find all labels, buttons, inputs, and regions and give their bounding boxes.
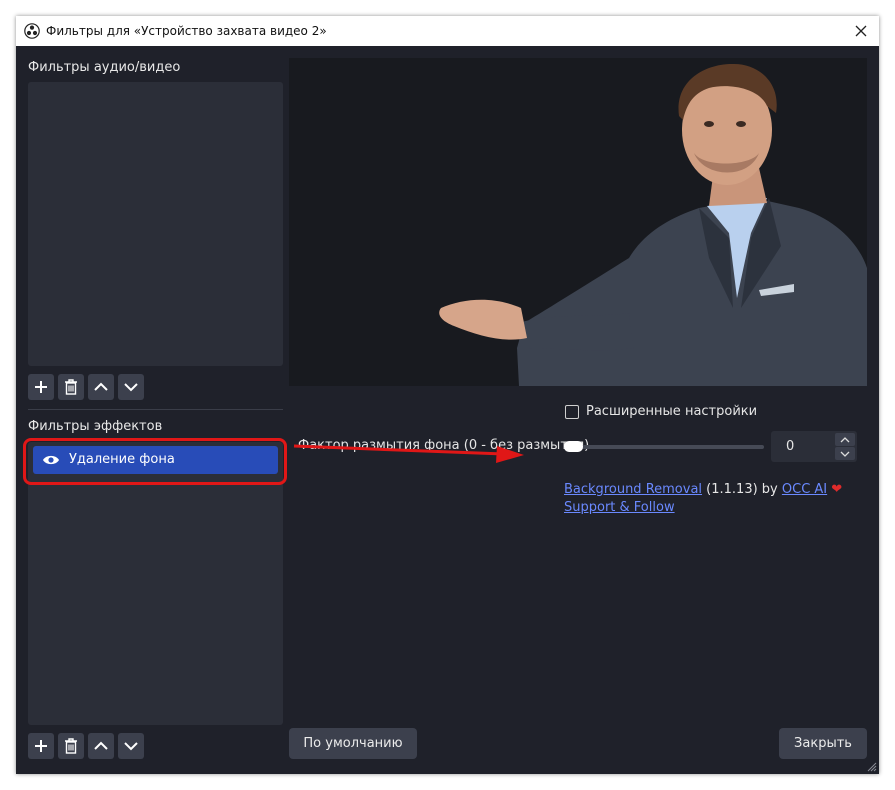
add-effect-button[interactable] xyxy=(28,733,54,759)
support-follow-link[interactable]: Support & Follow xyxy=(564,500,675,515)
filters-window: Фильтры для «Устройство захвата видео 2»… xyxy=(16,16,879,774)
audio-video-filters-label: Фильтры аудио/видео xyxy=(28,60,181,75)
blur-value[interactable]: 0 xyxy=(786,439,794,454)
trash-icon xyxy=(65,738,77,754)
chevron-up-icon xyxy=(94,741,108,750)
defaults-button[interactable]: По умолчанию xyxy=(289,728,417,759)
remove-effect-button[interactable] xyxy=(58,733,84,759)
spin-down-button[interactable] xyxy=(835,447,855,460)
advanced-settings-label[interactable]: Расширенные настройки xyxy=(586,404,757,419)
add-icon xyxy=(35,740,47,752)
move-down-button[interactable] xyxy=(118,374,144,400)
person-preview-image xyxy=(439,63,867,386)
plugin-info: Background Removal (1.1.13) by OCC AI ❤ … xyxy=(564,481,842,517)
audio-video-toolbar xyxy=(28,374,144,400)
move-effect-up-button[interactable] xyxy=(88,733,114,759)
plugin-version: (1.1.13) by xyxy=(706,482,778,497)
window-title: Фильтры для «Устройство захвата видео 2» xyxy=(46,24,327,38)
effect-toolbar xyxy=(28,733,144,759)
blur-slider-track[interactable] xyxy=(564,445,764,449)
window-close-button[interactable] xyxy=(843,16,879,46)
move-up-button[interactable] xyxy=(88,374,114,400)
close-icon xyxy=(855,25,867,37)
chevron-up-icon xyxy=(94,382,108,391)
add-icon xyxy=(35,381,47,393)
remove-filter-button[interactable] xyxy=(58,374,84,400)
video-preview xyxy=(289,58,867,386)
chevron-down-icon xyxy=(124,383,138,392)
add-filter-button[interactable] xyxy=(28,374,54,400)
section-divider xyxy=(28,409,283,410)
highlight-annotation xyxy=(23,438,287,485)
chevron-up-icon xyxy=(840,436,850,442)
title-bar: Фильтры для «Устройство захвата видео 2» xyxy=(16,16,879,46)
annotation-arrow xyxy=(293,444,524,463)
author-link[interactable]: OCC AI xyxy=(782,482,827,497)
trash-icon xyxy=(65,379,77,395)
blur-value-spinbox[interactable]: 0 xyxy=(771,431,857,462)
audio-video-filter-list[interactable] xyxy=(28,82,283,366)
effect-filters-label: Фильтры эффектов xyxy=(28,419,163,434)
advanced-settings-checkbox[interactable] xyxy=(565,404,579,419)
chevron-down-icon xyxy=(124,742,138,751)
close-button[interactable]: Закрыть xyxy=(779,728,867,759)
obs-logo-icon xyxy=(24,23,40,39)
blur-slider-handle[interactable] xyxy=(564,441,583,452)
advanced-settings-row: Расширенные настройки xyxy=(565,404,757,419)
resize-grip-icon[interactable] xyxy=(867,762,877,772)
spin-up-button[interactable] xyxy=(835,433,855,446)
chevron-down-icon xyxy=(840,451,850,457)
move-effect-down-button[interactable] xyxy=(118,733,144,759)
heart-icon: ❤ xyxy=(831,482,843,497)
background-removal-link[interactable]: Background Removal xyxy=(564,482,702,497)
